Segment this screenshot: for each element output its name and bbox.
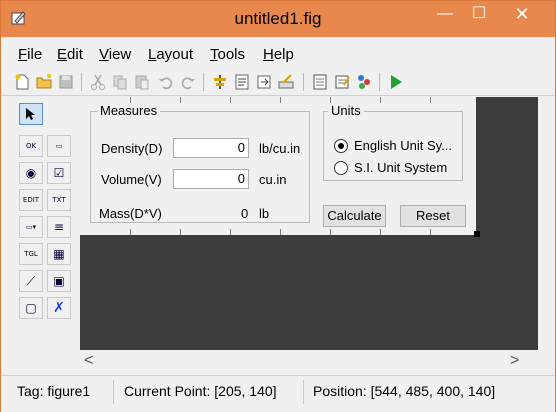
scroll-left-icon[interactable]: < (84, 352, 93, 370)
reset-button[interactable]: Reset (400, 205, 466, 227)
scroll-right-icon[interactable]: > (510, 352, 519, 370)
layout-canvas[interactable]: Measures Density(D) 0 lb/cu.in Volume(V)… (80, 97, 538, 350)
si-unit-radio[interactable] (334, 161, 348, 175)
redo-icon[interactable] (179, 73, 197, 91)
mfile-editor-icon[interactable] (311, 73, 329, 91)
calculate-button[interactable]: Calculate (323, 205, 386, 227)
toolbar-separator (203, 73, 204, 91)
align-icon[interactable] (211, 73, 229, 91)
density-label: Density(D) (101, 141, 163, 156)
cursor-arrow-icon (26, 108, 35, 120)
object-browser-icon[interactable] (355, 73, 373, 91)
volume-input[interactable]: 0 (173, 169, 249, 189)
title-bar: untitled1.fig — ☐ ✕ (1, 1, 555, 37)
guide-window: untitled1.fig — ☐ ✕ File Edit View Layou… (0, 0, 556, 412)
grid-tick (130, 229, 131, 235)
axes-tool[interactable]: ⟋ (19, 270, 43, 292)
density-input[interactable]: 0 (173, 138, 249, 158)
density-unit: lb/cu.in (259, 141, 301, 156)
grid-tick (280, 229, 281, 235)
units-panel-title: Units (328, 103, 364, 118)
table-tool[interactable]: ▦ (47, 243, 71, 265)
grid-tick (180, 97, 181, 103)
toolbar-separator (303, 73, 304, 91)
listbox-tool[interactable]: ≡ (47, 216, 71, 238)
menu-help[interactable]: Help (263, 46, 294, 63)
status-current-point: Current Point: [205, 140] (124, 383, 277, 399)
select-tool[interactable] (19, 103, 43, 125)
paste-icon[interactable] (133, 73, 151, 91)
si-unit-label[interactable]: S.I. Unit System (354, 160, 447, 175)
slider-tool[interactable]: ▭ (47, 135, 71, 157)
grid-tick (380, 229, 381, 235)
toolbar-separator (81, 73, 82, 91)
toolbar (1, 69, 555, 96)
english-unit-radio[interactable] (334, 139, 348, 153)
grid-tick (230, 97, 231, 103)
new-file-icon[interactable] (13, 73, 31, 91)
edit-text-tool[interactable]: EDIT (19, 189, 43, 211)
menu-bar: File Edit View Layout Tools Help (1, 37, 555, 69)
close-button[interactable]: ✕ (497, 1, 547, 29)
english-unit-label[interactable]: English Unit Sy... (354, 138, 452, 153)
menu-file[interactable]: File (18, 46, 42, 63)
tab-order-icon[interactable] (255, 73, 273, 91)
menu-layout[interactable]: Layout (148, 46, 193, 63)
radio-selected-dot (338, 143, 344, 149)
menu-tools[interactable]: Tools (210, 46, 245, 63)
radio-tool[interactable]: ◉ (19, 162, 43, 184)
measures-panel[interactable]: Measures Density(D) 0 lb/cu.in Volume(V)… (90, 103, 310, 223)
pushbutton-tool[interactable]: OK (19, 135, 43, 157)
grid-tick (280, 97, 281, 103)
grid-tick (230, 229, 231, 235)
cut-icon[interactable] (89, 73, 107, 91)
toggle-tool[interactable]: TGL (19, 243, 43, 265)
toolbar-separator (379, 73, 380, 91)
panel-tool[interactable]: ▣ (47, 270, 71, 292)
menu-editor-icon[interactable] (233, 73, 251, 91)
figure-area[interactable]: Measures Density(D) 0 lb/cu.in Volume(V)… (80, 97, 476, 235)
open-folder-icon[interactable] (35, 73, 53, 91)
grid-tick (430, 229, 431, 235)
grid-tick (430, 97, 431, 103)
status-position: Position: [544, 485, 400, 140] (313, 383, 496, 399)
maximize-button[interactable]: ☐ (459, 1, 499, 29)
horizontal-scrollbar[interactable]: < > (80, 351, 538, 371)
status-tag: Tag: figure1 (17, 383, 91, 399)
grid-tick (180, 229, 181, 235)
status-separator (303, 380, 304, 404)
property-inspector-icon[interactable] (333, 73, 351, 91)
grid-tick (330, 229, 331, 235)
component-palette: OK ▭ ◉ ☑ EDIT TXT ▭▾ ≡ TGL ▦ ⟋ ▣ ▢ ✗ (15, 97, 75, 329)
resize-handle[interactable] (474, 231, 480, 237)
run-icon[interactable] (387, 73, 405, 91)
status-bar: Tag: figure1 Current Point: [205, 140] P… (1, 375, 555, 412)
copy-icon[interactable] (111, 73, 129, 91)
save-icon[interactable] (57, 73, 75, 91)
checkbox-tool[interactable]: ☑ (47, 162, 71, 184)
grid-tick (380, 97, 381, 103)
mass-unit: lb (259, 206, 270, 221)
measures-panel-title: Measures (97, 103, 161, 118)
units-panel[interactable]: Units English Unit Sy... S.I. Unit Syste… (323, 103, 463, 181)
status-separator (113, 380, 114, 404)
volume-unit: cu.in (259, 172, 287, 187)
static-text-tool[interactable]: TXT (47, 189, 71, 211)
volume-label: Volume(V) (101, 172, 162, 187)
mass-label: Mass(D*V) (99, 206, 162, 221)
toolbar-editor-icon[interactable] (277, 73, 295, 91)
menu-edit[interactable]: Edit (57, 46, 83, 63)
popup-menu-tool[interactable]: ▭▾ (19, 216, 43, 238)
mass-value: 0 (241, 206, 249, 221)
button-group-tool[interactable]: ▢ (19, 297, 43, 319)
activex-tool[interactable]: ✗ (47, 297, 71, 319)
undo-icon[interactable] (157, 73, 175, 91)
menu-view[interactable]: View (99, 46, 131, 63)
